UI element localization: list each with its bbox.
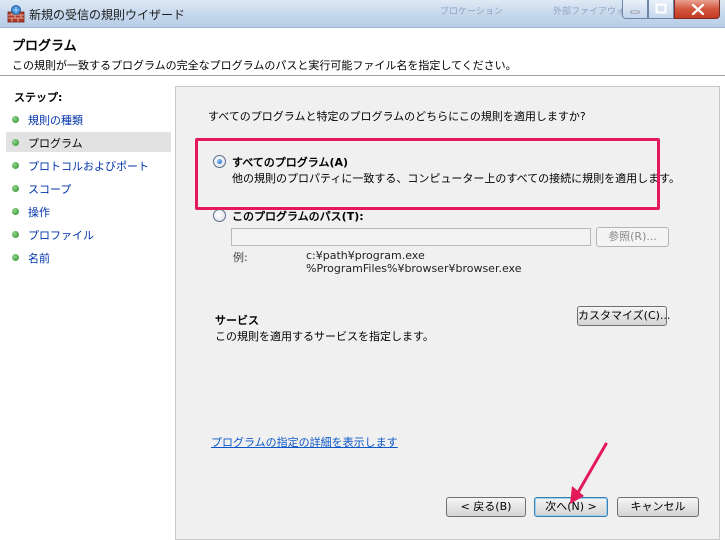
cancel-button[interactable]: キャンセル [617, 497, 699, 517]
step-label: プロファイル [28, 229, 94, 242]
step-bullet-icon [12, 231, 19, 238]
step-bullet-icon [12, 139, 19, 146]
window-title: 新規の受信の規則ウイザード [29, 8, 186, 22]
close-icon [691, 4, 705, 15]
step-item-profile[interactable]: プロファイル [6, 224, 171, 244]
step-label: スコープ [28, 183, 72, 196]
minimize-button[interactable] [622, 0, 648, 19]
page-description: この規則が一致するプログラムの完全なプログラムのパスと実行可能ファイル名を指定し… [12, 59, 517, 72]
title-bar: 新規の受信の規則ウイザード ブロケーション 外部ファイアウォール [0, 0, 725, 28]
step-item-action[interactable]: 操作 [6, 201, 171, 221]
firewall-wizard-icon [7, 5, 25, 23]
services-title: サービス [215, 314, 259, 327]
steps-heading: ステップ: [14, 91, 63, 104]
step-item-scope[interactable]: スコープ [6, 178, 171, 198]
step-item-name[interactable]: 名前 [6, 247, 171, 267]
customize-button[interactable]: カスタマイズ(C)... [577, 306, 670, 326]
highlight-box [195, 138, 660, 210]
question-text: すべてのプログラムと特定のプログラムのどちらにこの規則を適用しますか? [208, 110, 586, 123]
step-label: プロトコルおよびポート [28, 160, 149, 173]
back-button[interactable]: < 戻る(B) [446, 497, 526, 517]
program-path-input[interactable] [231, 228, 591, 246]
minimize-icon [630, 10, 640, 14]
step-bullet-icon [12, 162, 19, 169]
step-bullet-icon [12, 254, 19, 261]
example-path-2: %ProgramFiles%¥browser¥browser.exe [306, 262, 522, 275]
close-button[interactable] [674, 0, 720, 19]
step-bullet-icon [12, 185, 19, 192]
step-label: 操作 [28, 206, 50, 219]
example-path-1: c:¥path¥program.exe [306, 249, 425, 262]
step-label: 名前 [28, 252, 50, 265]
page-title: プログラム [12, 39, 77, 54]
background-ghost-text-1: ブロケーション [440, 7, 503, 17]
step-item-program[interactable]: プログラム [6, 132, 171, 152]
step-bullet-icon [12, 208, 19, 215]
program-path-label[interactable]: このプログラムのパス(T): [232, 208, 364, 224]
example-label: 例: [233, 251, 248, 264]
browse-button[interactable]: 参照(R)... [596, 227, 669, 247]
wizard-header: プログラム この規則が一致するプログラムの完全なプログラムのパスと実行可能ファイ… [0, 28, 725, 76]
maximize-icon [655, 3, 667, 14]
step-label: 規則の種類 [28, 114, 83, 127]
step-item-protocol-port[interactable]: プロトコルおよびポート [6, 155, 171, 175]
step-bullet-icon [12, 116, 19, 123]
program-path-radio[interactable] [213, 209, 226, 222]
maximize-button[interactable] [648, 0, 674, 19]
services-description: この規則を適用するサービスを指定します。 [215, 330, 434, 343]
steps-panel: ステップ: 規則の種類 プログラム プロトコルおよびポート スコープ 操作 プロ… [6, 86, 171, 540]
step-label: プログラム [28, 137, 83, 150]
step-item-rule-type[interactable]: 規則の種類 [6, 109, 171, 129]
pointer-arrow-icon [570, 442, 608, 504]
program-details-link[interactable]: プログラムの指定の詳細を表示します [211, 434, 398, 450]
